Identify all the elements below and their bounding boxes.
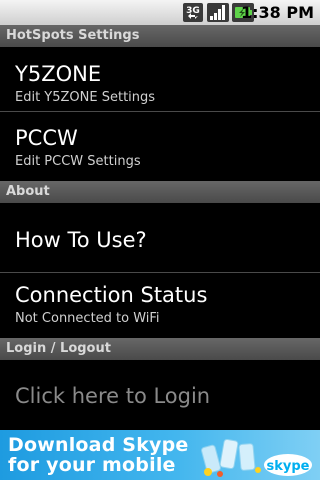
list-item-login[interactable]: Click here to Login [0,360,320,430]
section-header-hotspots: HotSpots Settings [0,25,320,47]
list-item-pccw[interactable]: PCCW Edit PCCW Settings [0,112,320,181]
ad-line-1: Download Skype [8,434,189,456]
item-subtitle: Edit Y5ZONE Settings [15,90,156,105]
section-header-login: Login / Logout [0,338,320,360]
status-time: 1:38 PM [240,3,314,22]
section-header-about: About [0,181,320,203]
list-item-how-to-use[interactable]: How To Use? [0,203,320,272]
skype-logo: skype [267,459,310,474]
item-title: PCCW [15,126,78,150]
item-subtitle: Edit PCCW Settings [15,154,141,169]
signal-strength-icon [207,3,229,22]
skype-ad-banner[interactable]: Download Skype for your mobile skype [0,430,320,480]
status-bar: 3G 1:38 PM [0,0,320,25]
item-subtitle: Not Connected to WiFi [15,311,160,326]
item-title: Y5ZONE [15,62,102,86]
list-item-connection-status[interactable]: Connection Status Not Connected to WiFi [0,273,320,337]
list-item-y5zone[interactable]: Y5ZONE Edit Y5ZONE Settings [0,47,320,111]
ad-line-2: for your mobile [8,454,176,476]
item-title: How To Use? [15,228,147,252]
3g-icon: 3G [183,3,203,22]
item-title: Click here to Login [15,384,211,408]
skype-phones-icon: skype [201,438,312,477]
network-badge: 3G [186,6,200,16]
item-title: Connection Status [15,283,208,307]
